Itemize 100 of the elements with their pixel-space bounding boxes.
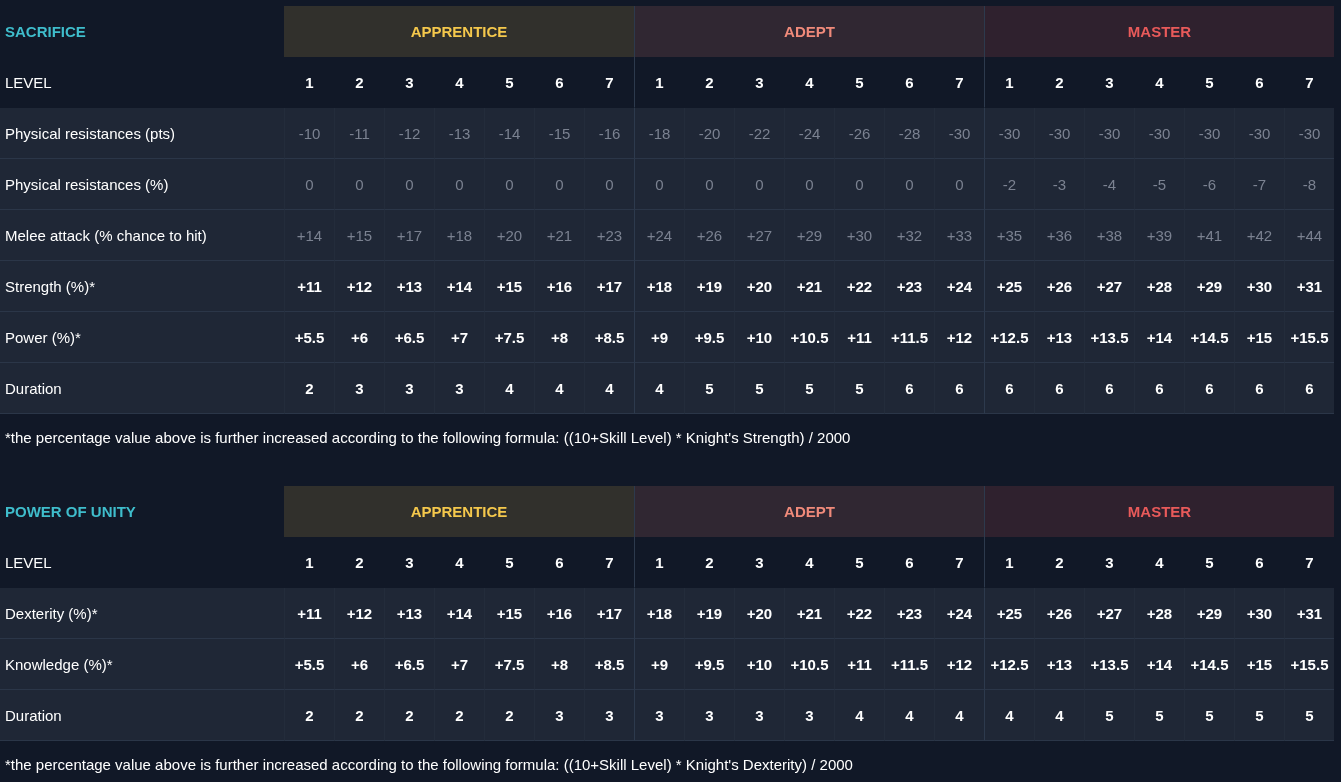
table-cell: -14 bbox=[484, 108, 534, 159]
table-cell: 0 bbox=[384, 159, 434, 210]
table-cell: 0 bbox=[634, 159, 684, 210]
table-cell: +20 bbox=[734, 588, 784, 639]
row-label: Strength (%)* bbox=[0, 261, 284, 312]
section-title: SACRIFICE bbox=[4, 22, 87, 42]
level-number: 3 bbox=[404, 72, 415, 93]
table-cell: +22 bbox=[834, 588, 884, 639]
row-label: Power (%)* bbox=[0, 312, 284, 363]
row-label: Knowledge (%)* bbox=[0, 639, 284, 690]
table-cell: +10.5 bbox=[784, 639, 834, 690]
level-number: 2 bbox=[354, 72, 365, 93]
table-cell: +9.5 bbox=[684, 312, 734, 363]
table-cell: +17 bbox=[584, 588, 634, 639]
table-cell: +29 bbox=[784, 210, 834, 261]
table-cell: 0 bbox=[834, 159, 884, 210]
table-cell: 3 bbox=[634, 690, 684, 741]
table-cell: +22 bbox=[834, 261, 884, 312]
level-number: 4 bbox=[454, 72, 465, 93]
table-cell: -26 bbox=[834, 108, 884, 159]
table-cell: +14.5 bbox=[1184, 639, 1234, 690]
table-cell: +13.5 bbox=[1084, 639, 1134, 690]
level-number: 2 bbox=[354, 552, 365, 573]
table-cell: 3 bbox=[384, 363, 434, 414]
table-cell: 4 bbox=[984, 690, 1034, 741]
level-number: 3 bbox=[404, 552, 415, 573]
section-title: POWER OF UNITY bbox=[4, 502, 137, 522]
table-cell: +6.5 bbox=[384, 312, 434, 363]
table-cell: +35 bbox=[984, 210, 1034, 261]
table-cell: +23 bbox=[884, 588, 934, 639]
level-number: 4 bbox=[1154, 72, 1165, 93]
table-cell: 4 bbox=[884, 690, 934, 741]
table-cell: -18 bbox=[634, 108, 684, 159]
table-cell: +15.5 bbox=[1284, 639, 1334, 690]
table-cell: +13 bbox=[384, 588, 434, 639]
table-cell: +12 bbox=[934, 312, 984, 363]
tier-label: APPRENTICE bbox=[410, 23, 508, 40]
table-cell: +12 bbox=[934, 639, 984, 690]
table-cell: +8 bbox=[534, 639, 584, 690]
table-cell: 5 bbox=[684, 363, 734, 414]
table-cell: +30 bbox=[1234, 588, 1284, 639]
level-number: 6 bbox=[904, 552, 915, 573]
table-cell: +11.5 bbox=[884, 639, 934, 690]
level-number: 6 bbox=[1254, 552, 1265, 573]
table-cell: +15.5 bbox=[1284, 312, 1334, 363]
level-number: 4 bbox=[804, 72, 815, 93]
table-cell: 5 bbox=[1234, 690, 1284, 741]
table-cell: +7.5 bbox=[484, 312, 534, 363]
table-cell: 0 bbox=[334, 159, 384, 210]
table-cell: +18 bbox=[634, 261, 684, 312]
table-cell: 4 bbox=[1034, 690, 1084, 741]
table-cell: +26 bbox=[1034, 261, 1084, 312]
table-cell: +15 bbox=[484, 261, 534, 312]
level-number: 4 bbox=[1154, 552, 1165, 573]
table-cell: 6 bbox=[1184, 363, 1234, 414]
table-cell: +15 bbox=[1234, 639, 1284, 690]
table-cell: +39 bbox=[1134, 210, 1184, 261]
table-cell: +36 bbox=[1034, 210, 1084, 261]
tier-label: APPRENTICE bbox=[410, 503, 508, 520]
table-cell: +12 bbox=[334, 588, 384, 639]
level-number: 2 bbox=[704, 72, 715, 93]
table-cell: 3 bbox=[434, 363, 484, 414]
row-label: Dexterity (%)* bbox=[0, 588, 284, 639]
table-cell: +11.5 bbox=[884, 312, 934, 363]
level-number: 7 bbox=[604, 552, 615, 573]
table-cell: 6 bbox=[1084, 363, 1134, 414]
table-cell: 6 bbox=[984, 363, 1034, 414]
level-number: 7 bbox=[1304, 552, 1315, 573]
table-cell: +14 bbox=[1134, 312, 1184, 363]
table-cell: +10 bbox=[734, 312, 784, 363]
level-number: 7 bbox=[604, 72, 615, 93]
table-cell: 6 bbox=[1284, 363, 1334, 414]
table-cell: +24 bbox=[934, 261, 984, 312]
table-cell: +26 bbox=[1034, 588, 1084, 639]
table-cell: -3 bbox=[1034, 159, 1084, 210]
table-cell: +28 bbox=[1134, 261, 1184, 312]
table-cell: -30 bbox=[1134, 108, 1184, 159]
table-cell: +11 bbox=[284, 261, 334, 312]
table-cell: +24 bbox=[634, 210, 684, 261]
table-cell: 5 bbox=[784, 363, 834, 414]
table-cell: +8.5 bbox=[584, 312, 634, 363]
table-cell: +23 bbox=[584, 210, 634, 261]
table-cell: +15 bbox=[334, 210, 384, 261]
table-cell: 2 bbox=[384, 690, 434, 741]
table-cell: +6 bbox=[334, 639, 384, 690]
table-cell: +12 bbox=[334, 261, 384, 312]
table-cell: -15 bbox=[534, 108, 584, 159]
table-cell: +12.5 bbox=[984, 312, 1034, 363]
table-cell: 0 bbox=[884, 159, 934, 210]
table-cell: +14 bbox=[1134, 639, 1184, 690]
table-cell: +25 bbox=[984, 261, 1034, 312]
table-cell: +7 bbox=[434, 312, 484, 363]
table-cell: 0 bbox=[784, 159, 834, 210]
table-cell: +12.5 bbox=[984, 639, 1034, 690]
level-label: LEVEL bbox=[4, 72, 53, 93]
level-number: 4 bbox=[454, 552, 465, 573]
table-cell: 5 bbox=[734, 363, 784, 414]
table-cell: +14.5 bbox=[1184, 312, 1234, 363]
table-cell: +8 bbox=[534, 312, 584, 363]
table-cell: 5 bbox=[1284, 690, 1334, 741]
